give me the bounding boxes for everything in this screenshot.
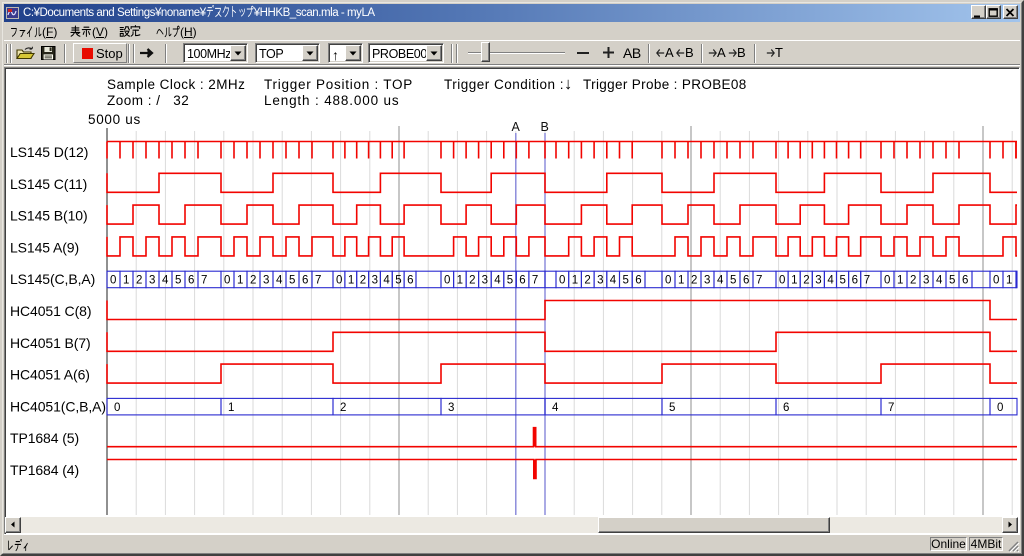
svg-text:6: 6 [852, 275, 858, 287]
svg-text:5: 5 [949, 275, 955, 287]
svg-text:6: 6 [743, 275, 749, 287]
svg-text:0: 0 [665, 275, 671, 287]
svg-text:5: 5 [175, 275, 181, 287]
svg-text:5: 5 [289, 275, 295, 287]
svg-text:6: 6 [962, 275, 968, 287]
svg-text:2: 2 [136, 275, 142, 287]
svg-text:6: 6 [188, 275, 194, 287]
svg-text:1: 1 [228, 402, 234, 414]
svg-text:3: 3 [448, 402, 454, 414]
svg-text:5: 5 [395, 275, 401, 287]
svg-text:HC4051 A(6): HC4051 A(6) [10, 367, 90, 383]
svg-text:4: 4 [827, 275, 834, 287]
svg-text:LS145(C,B,A): LS145(C,B,A) [10, 271, 95, 287]
svg-text:1: 1 [237, 275, 243, 287]
svg-text:7: 7 [756, 275, 762, 287]
svg-text:4: 4 [610, 275, 617, 287]
svg-text:0: 0 [114, 402, 120, 414]
svg-text:1: 1 [897, 275, 903, 287]
svg-text:2: 2 [469, 275, 475, 287]
svg-text:0: 0 [993, 275, 999, 287]
svg-text:4: 4 [936, 275, 943, 287]
svg-text:7: 7 [201, 275, 207, 287]
svg-text:6: 6 [635, 275, 641, 287]
svg-text:2: 2 [340, 402, 346, 414]
svg-text:7: 7 [532, 275, 538, 287]
svg-text:3: 3 [923, 275, 929, 287]
svg-text:5: 5 [623, 275, 629, 287]
svg-text:7: 7 [864, 275, 870, 287]
svg-text:A: A [512, 120, 521, 134]
svg-text:3: 3 [482, 275, 488, 287]
svg-text:1: 1 [1006, 275, 1012, 287]
svg-text:0: 0 [224, 275, 230, 287]
svg-text:0: 0 [884, 275, 890, 287]
svg-text:2: 2 [584, 275, 590, 287]
svg-text:6: 6 [783, 402, 789, 414]
svg-text:B: B [541, 120, 549, 134]
svg-text:2: 2 [250, 275, 256, 287]
svg-text:LS145 D(12): LS145 D(12) [10, 144, 88, 160]
svg-text:3: 3 [815, 275, 821, 287]
svg-text:3: 3 [263, 275, 269, 287]
svg-text:0: 0 [444, 275, 450, 287]
svg-text:3: 3 [149, 275, 155, 287]
svg-text:TP1684 (5): TP1684 (5) [10, 430, 79, 446]
svg-text:4: 4 [494, 275, 501, 287]
svg-text:6: 6 [302, 275, 308, 287]
svg-text:0: 0 [336, 275, 342, 287]
svg-text:HC4051 B(7): HC4051 B(7) [10, 335, 91, 351]
svg-text:3: 3 [372, 275, 378, 287]
svg-text:3: 3 [597, 275, 603, 287]
svg-text:0: 0 [779, 275, 785, 287]
svg-text:0: 0 [110, 275, 116, 287]
svg-text:HC4051 C(8): HC4051 C(8) [10, 303, 91, 319]
svg-text:0: 0 [559, 275, 565, 287]
svg-text:7: 7 [315, 275, 321, 287]
svg-text:5: 5 [669, 402, 675, 414]
svg-text:4: 4 [552, 402, 559, 414]
svg-text:1: 1 [791, 275, 797, 287]
svg-text:2: 2 [360, 275, 366, 287]
svg-text:5: 5 [507, 275, 513, 287]
svg-text:6: 6 [519, 275, 525, 287]
svg-text:LS145 A(9): LS145 A(9) [10, 239, 79, 255]
svg-text:1: 1 [348, 275, 354, 287]
svg-text:1: 1 [678, 275, 684, 287]
svg-text:4: 4 [383, 275, 390, 287]
svg-text:HC4051(C,B,A): HC4051(C,B,A) [10, 398, 106, 414]
svg-text:0: 0 [997, 402, 1003, 414]
svg-text:6: 6 [407, 275, 413, 287]
svg-text:4: 4 [162, 275, 169, 287]
svg-text:2: 2 [910, 275, 916, 287]
svg-text:5: 5 [840, 275, 846, 287]
svg-text:LS145 B(10): LS145 B(10) [10, 208, 88, 224]
svg-text:1: 1 [457, 275, 463, 287]
svg-text:7: 7 [888, 402, 894, 414]
svg-text:1: 1 [123, 275, 129, 287]
svg-text:2: 2 [803, 275, 809, 287]
svg-text:3: 3 [704, 275, 710, 287]
svg-text:4: 4 [717, 275, 724, 287]
svg-text:4: 4 [276, 275, 283, 287]
svg-text:1: 1 [572, 275, 578, 287]
svg-text:LS145 C(11): LS145 C(11) [10, 176, 87, 192]
svg-text:5: 5 [730, 275, 736, 287]
svg-text:2: 2 [691, 275, 697, 287]
svg-text:TP1684 (4): TP1684 (4) [10, 462, 79, 478]
